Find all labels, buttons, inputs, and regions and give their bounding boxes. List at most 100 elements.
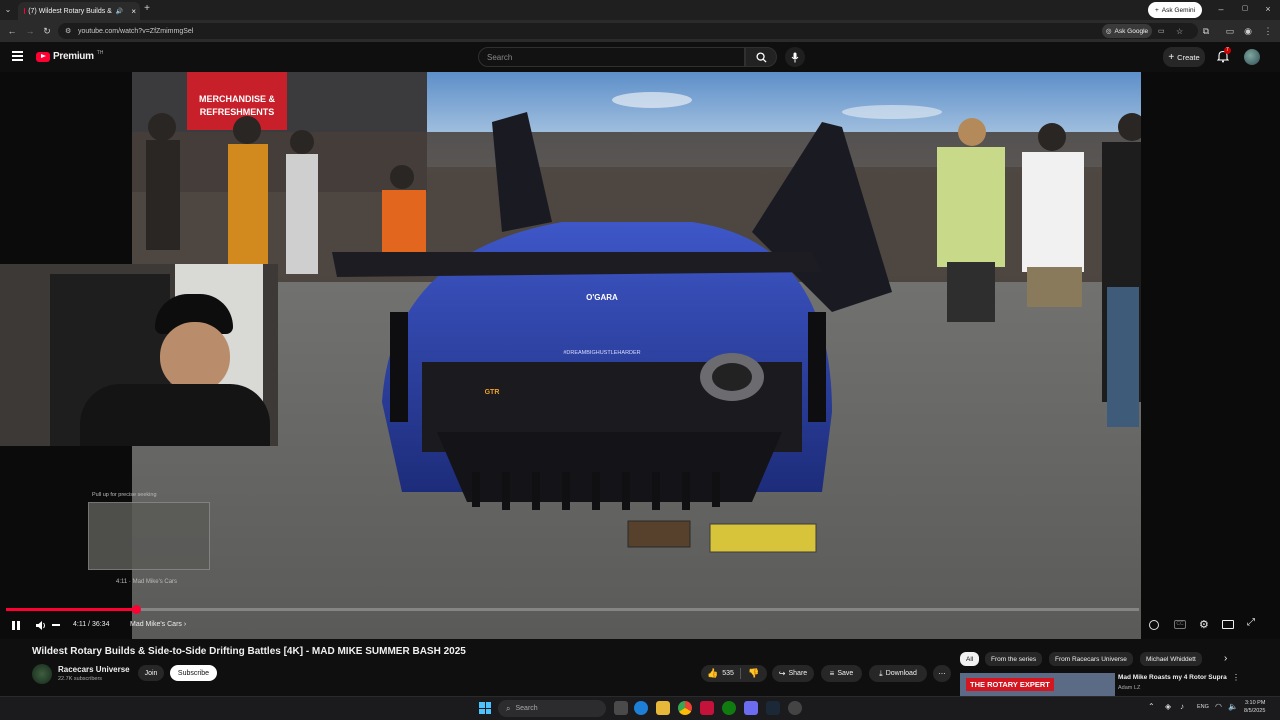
logo-country: TH xyxy=(96,49,104,56)
reading-list-icon[interactable]: ▭ xyxy=(1224,24,1236,38)
tray-app-icon[interactable]: ◈ xyxy=(1165,702,1171,711)
taskbar-search-label: Search xyxy=(515,705,538,712)
notification-badge: 7 xyxy=(1224,47,1231,54)
video-player[interactable]: MERCHANDISE & REFRESHMENTS O'GARA #DREAM… xyxy=(0,72,1280,639)
logo-text: Premium xyxy=(53,51,94,62)
keyboard-language[interactable]: ENG xyxy=(1197,704,1209,710)
window-close-icon[interactable]: × xyxy=(1262,2,1274,16)
file-explorer-icon[interactable] xyxy=(656,701,670,715)
discord-icon[interactable] xyxy=(744,701,758,715)
site-info-icon[interactable]: ⚙ xyxy=(65,27,71,35)
search-placeholder: Search xyxy=(487,52,513,62)
speaker-icon[interactable]: 🔈 xyxy=(1228,702,1238,711)
clock-time: 3:10 PM xyxy=(1244,700,1266,706)
cast-icon[interactable]: ▭ xyxy=(1158,27,1165,35)
minimize-icon[interactable]: – xyxy=(1215,2,1227,16)
autoplay-toggle[interactable] xyxy=(1149,620,1159,630)
maximize-icon[interactable]: ▢ xyxy=(1239,2,1251,16)
chip-0[interactable]: All xyxy=(960,652,980,666)
tab-close-icon[interactable]: × xyxy=(131,7,136,16)
pause-icon xyxy=(12,621,20,630)
clock[interactable]: 3:10 PM 8/5/2025 xyxy=(1244,699,1265,715)
pause-button[interactable] xyxy=(11,618,21,630)
volume-button[interactable] xyxy=(35,618,47,636)
notifications-button[interactable]: 7 xyxy=(1216,47,1231,64)
search-input[interactable]: Search xyxy=(478,47,745,67)
save-label: Save xyxy=(837,670,854,677)
up-next-menu-icon[interactable]: ⋮ xyxy=(1232,673,1240,682)
chip-3[interactable]: Michael Whiddett xyxy=(1140,652,1202,666)
channel-name[interactable]: Racecars Universe xyxy=(58,665,130,674)
chips-next-icon[interactable]: › xyxy=(1224,653,1227,664)
steam-icon[interactable] xyxy=(766,701,780,715)
profile-icon[interactable]: ◉ xyxy=(1242,24,1254,38)
share-button[interactable]: ↪ Share xyxy=(772,665,814,682)
bookmark-star-icon[interactable]: ☆ xyxy=(1176,27,1183,36)
chip-1[interactable]: From the series xyxy=(985,652,1043,666)
video-details: Wildest Rotary Builds & Side-to-Side Dri… xyxy=(0,639,1280,696)
volume-slider[interactable] xyxy=(52,624,60,626)
join-button[interactable]: Join xyxy=(138,665,164,681)
like-icon[interactable]: 👍 xyxy=(707,668,718,679)
channel-avatar[interactable] xyxy=(32,664,52,684)
chip-2[interactable]: From Racecars Universe xyxy=(1049,652,1133,666)
account-avatar[interactable] xyxy=(1244,49,1260,65)
progress-track[interactable] xyxy=(6,608,1139,611)
browser-tab[interactable]: (7) Wildest Rotary Builds & 🔊 × xyxy=(18,2,140,20)
download-button[interactable]: ⤓ Download xyxy=(869,665,927,682)
progress-scrubber[interactable] xyxy=(132,605,142,614)
share-icon: ↪ xyxy=(778,669,786,678)
settings-gear-icon[interactable]: ⚙ xyxy=(1199,618,1209,631)
chapter-button[interactable]: Mad Mike's Cars › xyxy=(130,621,186,628)
tray-mic-icon[interactable]: ♪ xyxy=(1180,702,1184,711)
xbox-icon[interactable] xyxy=(722,701,736,715)
dislike-icon[interactable]: 👎 xyxy=(748,668,759,679)
video-title: Wildest Rotary Builds & Side-to-Side Dri… xyxy=(32,646,466,657)
download-icon: ⤓ xyxy=(879,668,883,678)
back-icon[interactable]: ← xyxy=(6,24,18,38)
chrome-icon[interactable] xyxy=(678,701,692,715)
create-button[interactable]: + Create xyxy=(1163,47,1205,67)
extensions-icon[interactable]: ⧉ xyxy=(1200,24,1212,38)
seek-preview-time: 4:11 · Mad Mike's Cars xyxy=(116,579,178,585)
voice-search-button[interactable] xyxy=(785,47,805,67)
new-tab-icon[interactable]: + xyxy=(141,2,153,16)
taskbar-search-icon: ⌕ xyxy=(506,703,511,713)
save-button[interactable]: ≡ Save xyxy=(821,665,862,682)
reload-icon[interactable]: ↻ xyxy=(41,24,53,38)
browser-menu-icon[interactable]: ⋮ xyxy=(1262,24,1274,38)
banner-text-2: REFRESHMENTS xyxy=(200,107,275,117)
create-label: Create xyxy=(1177,52,1200,62)
tray-chevron-icon[interactable]: ⌃ xyxy=(1148,702,1155,711)
edge-icon[interactable] xyxy=(634,701,648,715)
windows-taskbar: ⌕ Search ⌃ ◈ ♪ ENG ◠ 🔈 3:10 PM 8/5/2025 xyxy=(0,696,1280,720)
subscribe-button[interactable]: Subscribe xyxy=(170,665,217,681)
ask-google-button[interactable]: ◎ Ask Google xyxy=(1102,24,1152,38)
up-next-title[interactable]: Mad Mike Roasts my 4 Rotor Supra xyxy=(1118,674,1227,681)
plus-icon: + xyxy=(1168,51,1175,63)
seek-hint-text: Pull up for precise seeking xyxy=(92,492,157,498)
tab-audio-icon[interactable]: 🔊 xyxy=(116,8,123,15)
tab-search-icon[interactable]: ⌄ xyxy=(2,3,14,17)
fullscreen-icon[interactable]: ⤢ xyxy=(1247,617,1255,628)
theater-mode-icon[interactable] xyxy=(1222,620,1234,629)
video-frame[interactable]: MERCHANDISE & REFRESHMENTS O'GARA #DREAM… xyxy=(132,72,1141,639)
hamburger-menu-icon[interactable] xyxy=(12,51,23,61)
address-bar[interactable]: ⚙ youtube.com/watch?v=ZfZmimmgSel ◎ Ask G… xyxy=(58,23,1198,39)
captions-icon[interactable]: CC xyxy=(1174,620,1186,629)
up-next-thumb-text: THE ROTARY EXPERT xyxy=(966,678,1054,691)
search-button[interactable] xyxy=(745,47,777,67)
network-icon[interactable]: ◠ xyxy=(1215,702,1222,711)
banner-text-1: MERCHANDISE & xyxy=(199,94,276,104)
youtube-premium-logo[interactable]: Premium TH xyxy=(36,49,104,62)
up-next-thumbnail[interactable]: THE ROTARY EXPERT xyxy=(960,673,1115,696)
task-view-icon[interactable] xyxy=(614,701,628,715)
taskbar-search[interactable]: ⌕ Search xyxy=(498,700,606,717)
obs-icon[interactable] xyxy=(788,701,802,715)
windows-start-icon[interactable] xyxy=(479,702,491,714)
ask-gemini-button[interactable]: + Ask Gemini xyxy=(1148,2,1202,18)
adobe-icon[interactable] xyxy=(700,701,714,715)
more-actions-button[interactable]: ⋯ xyxy=(933,665,951,682)
youtube-play-logo-icon xyxy=(36,51,50,62)
forward-icon[interactable]: → xyxy=(24,24,36,38)
